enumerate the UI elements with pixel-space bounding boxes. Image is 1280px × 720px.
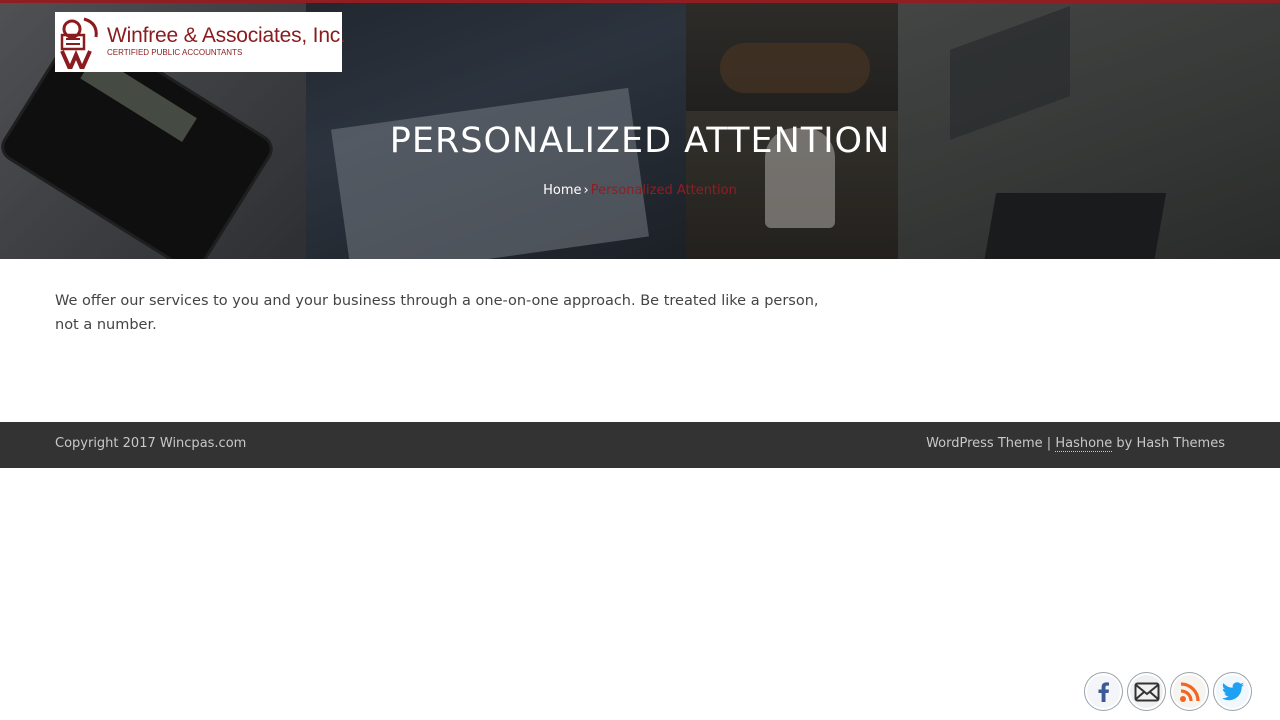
site-footer: Copyright 2017 Wincpas.com WordPress The… [0, 422, 1280, 468]
footer-theme-link[interactable]: Hashone [1055, 436, 1113, 452]
site-logo[interactable]: Winfree & Associates, Inc. CERTIFIED PUB… [55, 12, 346, 72]
email-button[interactable] [1128, 673, 1165, 710]
logo-emblem-icon [60, 17, 98, 69]
page-title: PERSONALIZED ATTENTION [389, 121, 891, 161]
footer-theme-prefix: WordPress Theme | [926, 436, 1056, 451]
footer-theme-suffix: by Hash Themes [1112, 436, 1225, 451]
rss-button[interactable] [1171, 673, 1208, 710]
footer-credit: WordPress Theme | Hashone by Hash Themes [926, 436, 1225, 452]
page-content: We offer our services to you and your bu… [55, 289, 845, 337]
twitter-icon [1221, 681, 1244, 700]
rss-icon [1179, 681, 1200, 702]
social-icons [1085, 673, 1251, 710]
logo-tagline: CERTIFIED PUBLIC ACCOUNTANTS [107, 48, 243, 57]
breadcrumb-current: Personalized Attention [590, 183, 737, 198]
breadcrumb: Home › Personalized Attention [0, 183, 1280, 198]
twitter-button[interactable] [1214, 673, 1251, 710]
breadcrumb-home-link[interactable]: Home [543, 183, 581, 198]
envelope-icon [1134, 682, 1159, 701]
logo-name: Winfree & Associates, Inc. [107, 24, 346, 47]
facebook-button[interactable] [1085, 673, 1122, 710]
footer-copyright: Copyright 2017 Wincpas.com [55, 436, 247, 451]
facebook-icon [1098, 681, 1109, 702]
breadcrumb-separator: › [583, 183, 589, 198]
content-paragraph: We offer our services to you and your bu… [55, 293, 819, 333]
